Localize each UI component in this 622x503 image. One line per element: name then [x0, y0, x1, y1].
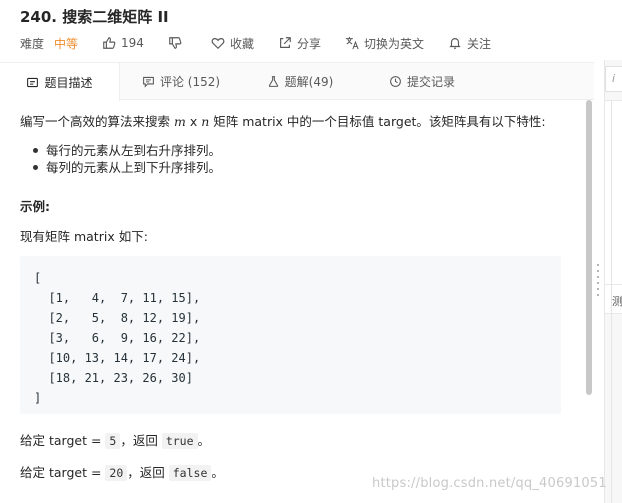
period: 。 — [197, 433, 211, 448]
problem-description: 编写一个高效的算法来搜索 m x n 矩阵 matrix 中的一个目标值 tar… — [20, 112, 568, 481]
problem-header: 240. 搜索二维矩阵 II 难度 中等 194 收藏 分享 切换为英文 关注 — [0, 0, 604, 60]
property-list: 每行的元素从左到右升序排列。 每列的元素从上到下升序排列。 — [33, 142, 568, 176]
translate-button[interactable]: 切换为英文 — [345, 35, 424, 52]
list-item: 每列的元素从上到下升序排列。 — [33, 159, 568, 176]
dislike-button[interactable] — [168, 36, 187, 50]
description-scrollbar[interactable] — [586, 100, 592, 395]
tab-comments[interactable]: 评论 (152) — [126, 63, 236, 100]
tab-solutions[interactable]: 题解(49) — [250, 63, 350, 100]
like-count: 194 — [121, 36, 144, 50]
bell-icon — [449, 38, 461, 49]
panel-divider — [611, 100, 612, 503]
editor-info-box[interactable]: i — [605, 66, 622, 92]
intro-text-2: 矩阵 matrix 中的一个目标值 target。该矩阵具有以下特性: — [209, 114, 546, 129]
thumbs-down-icon — [169, 37, 182, 49]
difficulty-value: 中等 — [54, 36, 79, 51]
list-item: 每行的元素从左到右升序排列。 — [33, 142, 568, 159]
intro-x: x — [185, 114, 202, 129]
tab-submissions-label: 提交记录 — [406, 75, 455, 89]
given-text: 给定 target = — [20, 433, 106, 448]
tab-solutions-label: 题解(49) — [284, 75, 334, 89]
watermark: https://blog.csdn.net/qq_40691051 — [372, 476, 607, 491]
difficulty-label: 难度 — [20, 36, 45, 51]
tab-description[interactable]: 题目描述 — [0, 63, 120, 101]
document-icon — [27, 77, 39, 87]
tab-description-label: 题目描述 — [44, 75, 93, 90]
problem-meta: 难度 中等 194 收藏 分享 切换为英文 关注 — [20, 34, 515, 52]
return-value: true — [161, 433, 198, 449]
description-intro: 编写一个高效的算法来搜索 m x n 矩阵 matrix 中的一个目标值 tar… — [20, 112, 568, 132]
editor-test-tab[interactable]: 测 — [605, 284, 622, 314]
example-heading: 示例: — [20, 199, 50, 214]
follow-label: 关注 — [466, 36, 491, 51]
problem-title: 240. 搜索二维矩阵 II — [20, 8, 169, 26]
editor-area[interactable] — [605, 100, 622, 290]
flask-icon — [268, 76, 278, 87]
share-button[interactable]: 分享 — [278, 35, 321, 52]
target-value: 20 — [105, 465, 128, 481]
return-value: false — [168, 465, 212, 481]
favorite-label: 收藏 — [229, 36, 254, 51]
tab-comments-label: 评论 (152) — [159, 75, 221, 89]
tab-submissions[interactable]: 提交记录 — [372, 63, 472, 100]
favorite-button[interactable]: 收藏 — [211, 35, 254, 52]
period: 。 — [211, 465, 224, 480]
translate-label: 切换为英文 — [363, 36, 424, 51]
resize-handle[interactable] — [596, 264, 600, 304]
translate-icon — [345, 36, 359, 50]
intro-text-1: 编写一个高效的算法来搜索 — [20, 114, 174, 129]
intro-m: m — [173, 114, 186, 129]
return-text: ，返回 — [127, 465, 169, 480]
heart-icon — [211, 38, 225, 50]
matrix-code-block: [ [1, 4, 7, 11, 15], [2, 5, 8, 12, 19], … — [20, 256, 561, 414]
example-intro: 现有矩阵 matrix 如下: — [20, 229, 148, 244]
example-line-2: 给定 target = 20 ，返回 false。 — [20, 462, 224, 481]
comment-icon — [143, 76, 154, 88]
clock-icon — [390, 76, 401, 87]
like-button[interactable]: 194 — [102, 36, 144, 50]
return-text: ，返回 — [120, 433, 162, 448]
example-line-1: 给定 target = 5 ，返回 true。 — [20, 430, 210, 449]
share-label: 分享 — [296, 36, 321, 51]
follow-button[interactable]: 关注 — [448, 35, 491, 52]
share-icon — [280, 37, 291, 48]
target-value: 5 — [105, 433, 121, 449]
thumbs-up-icon — [103, 37, 116, 49]
given-text: 给定 target = — [20, 465, 106, 480]
tab-bar: 题目描述 评论 (152) 题解(49) 提交记录 — [0, 62, 594, 101]
